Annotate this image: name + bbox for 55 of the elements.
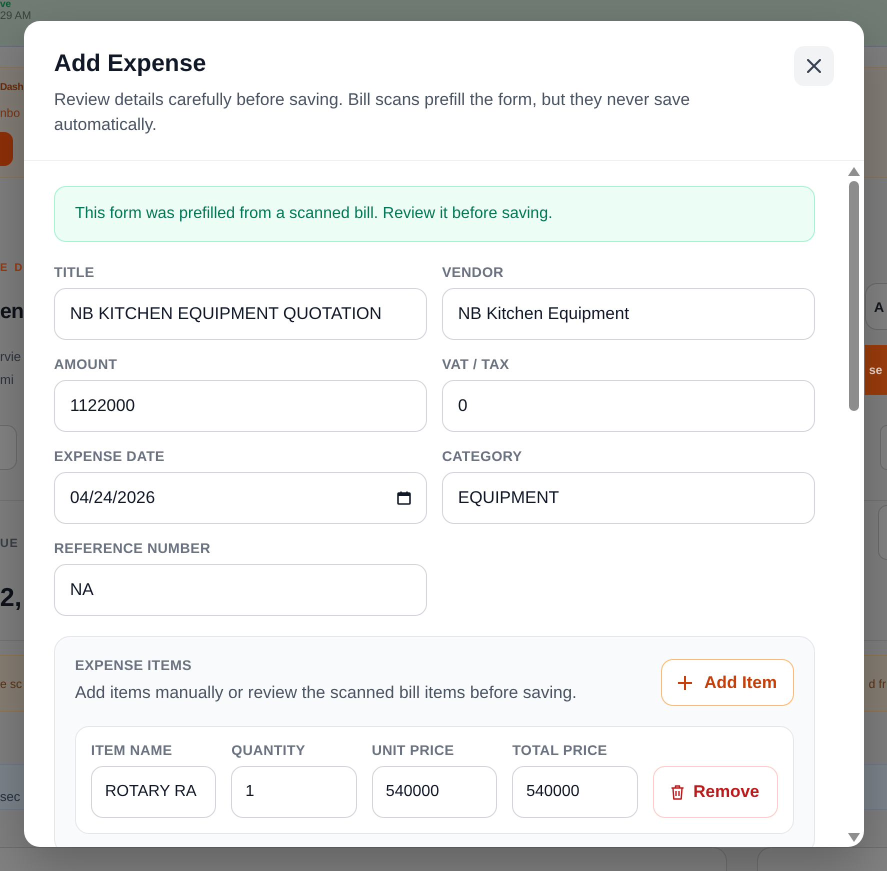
plus-icon: [678, 676, 692, 690]
text-field[interactable]: 1122000: [54, 380, 427, 432]
column-label: QUANTITY: [231, 742, 306, 759]
outline-button[interactable]: A: [865, 283, 887, 330]
round-button[interactable]: [878, 505, 887, 560]
text-field[interactable]: EQUIPMENT: [442, 472, 815, 524]
section-label: EXPENSE ITEMS: [75, 657, 193, 674]
section-description: Add items manually or review the scanned bill items before saving.: [75, 682, 577, 704]
field-label: CATEGORY: [442, 448, 524, 465]
column-label: ITEM NAME: [91, 742, 174, 759]
item-field[interactable]: 540000: [512, 766, 638, 818]
time-text: 29 AM: [0, 10, 32, 22]
summary-value: 2,: [0, 581, 22, 613]
banner-subtitle: nbo: [0, 105, 20, 121]
notice-text: d fr: [868, 676, 887, 692]
banner-title: Dash: [0, 81, 24, 95]
close-button[interactable]: [794, 46, 834, 86]
text-field[interactable]: NA: [54, 564, 427, 616]
field-label: TITLE: [54, 264, 96, 281]
summary-label: UE: [0, 536, 19, 550]
add-item-button[interactable]: Add Item: [661, 659, 794, 706]
text-field[interactable]: NB Kitchen Equipment: [442, 288, 815, 340]
trash-icon: [671, 784, 684, 800]
notice-text: e sc: [0, 676, 22, 692]
eyebrow-text: E D: [0, 261, 24, 275]
item-field[interactable]: ROTARY RA: [91, 766, 216, 818]
field-label: EXPENSE DATE: [54, 448, 166, 465]
prefill-notice: This form was prefilled from a scanned bill. Review it before saving.: [54, 186, 815, 242]
column-label: TOTAL PRICE: [512, 742, 608, 759]
field-label: REFERENCE NUMBER: [54, 540, 212, 557]
column-label: UNIT PRICE: [372, 742, 456, 759]
date-field[interactable]: 04/24/2026: [54, 472, 427, 524]
field-label: AMOUNT: [54, 356, 118, 373]
scroll-down-icon[interactable]: [848, 833, 860, 842]
intro-text: mi: [0, 371, 14, 389]
field-label: VAT / TAX: [442, 356, 510, 373]
primary-button[interactable]: se: [865, 345, 887, 395]
scroll-up-icon[interactable]: [848, 167, 860, 176]
scrollbar-thumb[interactable]: [849, 181, 859, 411]
intro-text: rvie: [0, 348, 21, 366]
remove-button[interactable]: Remove: [652, 766, 778, 818]
dialog-title: Add Expense: [54, 49, 208, 79]
calendar-icon[interactable]: [397, 491, 411, 505]
dialog-subtitle: Review details carefully before saving. Bill scans prefill the form, but they never save automatically.: [54, 89, 691, 136]
page-heading: en: [0, 299, 24, 325]
item-field[interactable]: 540000: [372, 766, 498, 818]
text-field[interactable]: NB KITCHEN EQUIPMENT QUOTATION: [54, 288, 427, 340]
text-field[interactable]: 0: [442, 380, 815, 432]
item-field[interactable]: 1: [231, 766, 357, 818]
filter-field[interactable]: [880, 425, 887, 470]
field-label: VENDOR: [442, 264, 505, 281]
action-button[interactable]: [0, 132, 13, 166]
status-text: ve: [0, 0, 12, 10]
close-icon: [807, 59, 821, 73]
filter-field[interactable]: [0, 425, 17, 470]
